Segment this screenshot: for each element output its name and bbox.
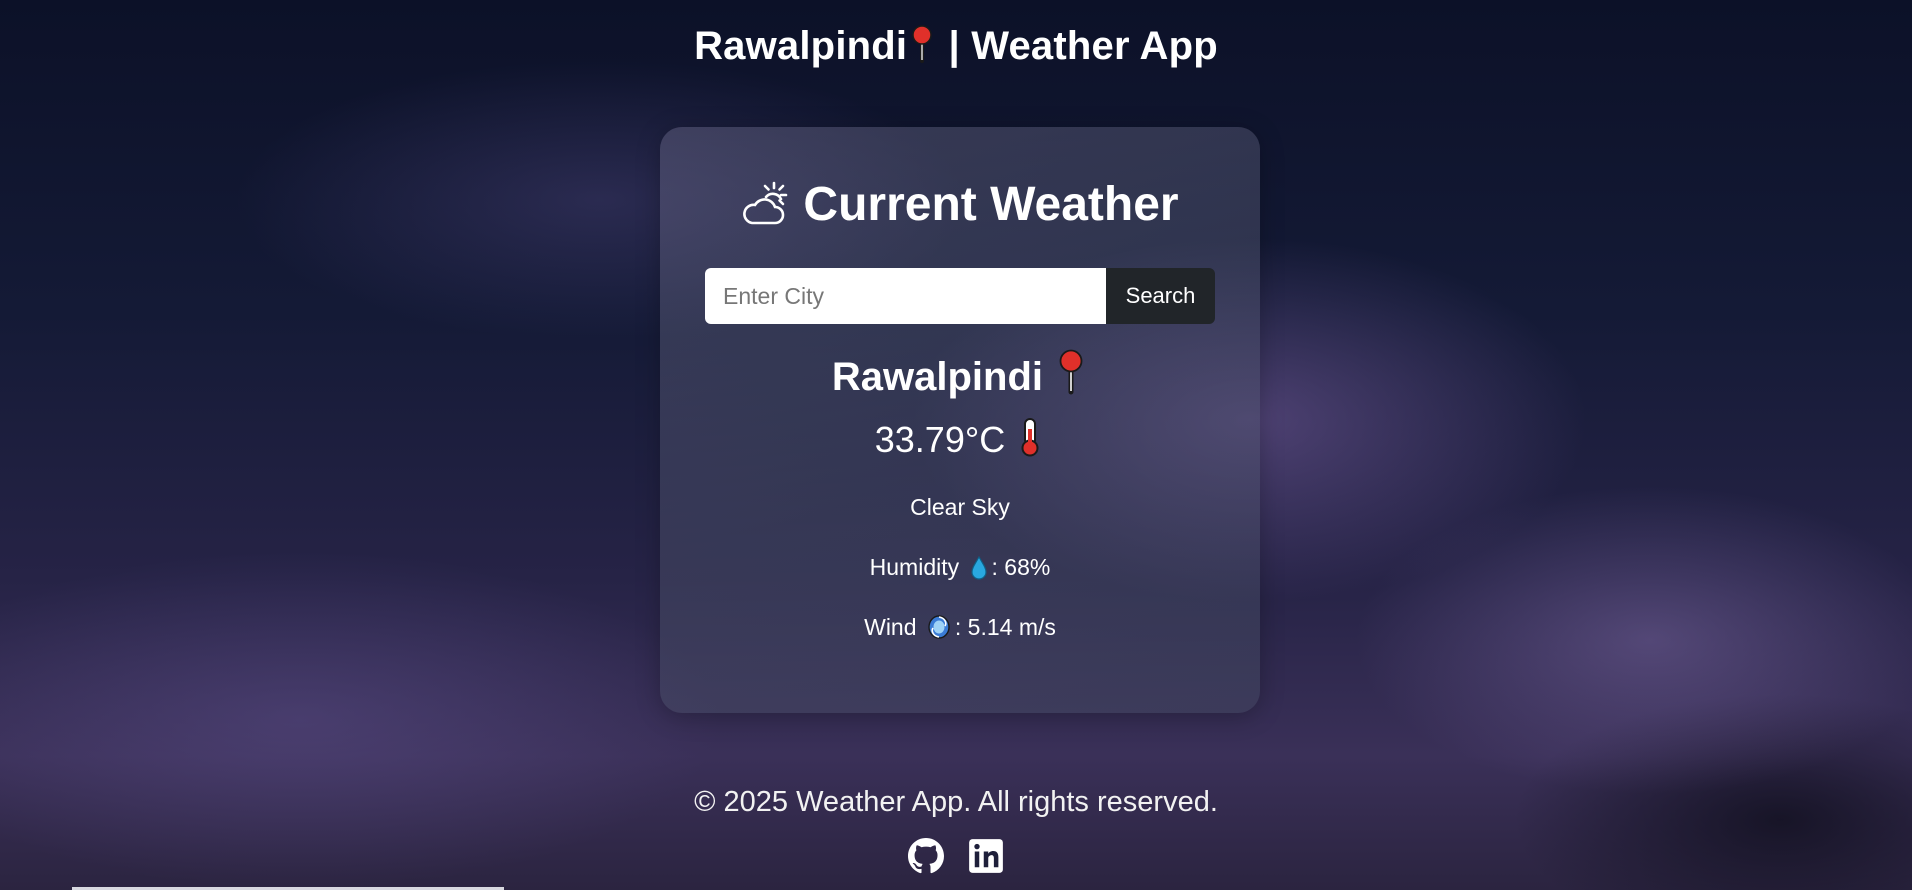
humidity-value: : 68% (991, 554, 1051, 580)
footer-copyright: © 2025 Weather App. All rights reserved. (694, 786, 1218, 818)
linkedin-icon (968, 839, 1004, 878)
droplet-icon (970, 555, 988, 586)
linkedin-link[interactable] (968, 838, 1004, 874)
app-title: Rawalpindi | Weather App (0, 24, 1912, 73)
pin-icon (1058, 349, 1084, 405)
humidity-row: Humidity : 68% (660, 554, 1260, 586)
city-name-text: Rawalpindi (831, 355, 1043, 399)
wind-value: : 5.14 m/s (954, 614, 1056, 640)
search-form: Search (705, 268, 1215, 324)
github-link[interactable] (908, 838, 944, 874)
wind-row: Wind : 5.14 m/s (660, 614, 1260, 646)
card-heading: Current Weather (660, 177, 1260, 238)
humidity-label: Humidity (869, 554, 960, 580)
app-title-suffix: | Weather App (937, 24, 1218, 68)
wind-label: Wind (864, 614, 917, 640)
app-title-city: Rawalpindi (694, 24, 908, 68)
cyclone-icon (927, 614, 951, 646)
weather-card: Current Weather Search Rawalpindi 33.79°… (660, 127, 1260, 713)
temperature: 33.79°C (660, 417, 1260, 466)
weather-description: Clear Sky (910, 494, 1010, 520)
search-button[interactable]: Search (1106, 268, 1215, 324)
github-icon (908, 838, 944, 878)
thermometer-icon (1019, 417, 1041, 466)
pin-icon (911, 25, 933, 73)
sun-behind-cloud-icon (741, 180, 791, 238)
city-name: Rawalpindi (660, 349, 1260, 405)
social-links (0, 838, 1912, 874)
card-heading-text: Current Weather (803, 178, 1179, 231)
city-search-input[interactable] (705, 268, 1106, 324)
temperature-value: 33.79°C (874, 419, 1006, 460)
